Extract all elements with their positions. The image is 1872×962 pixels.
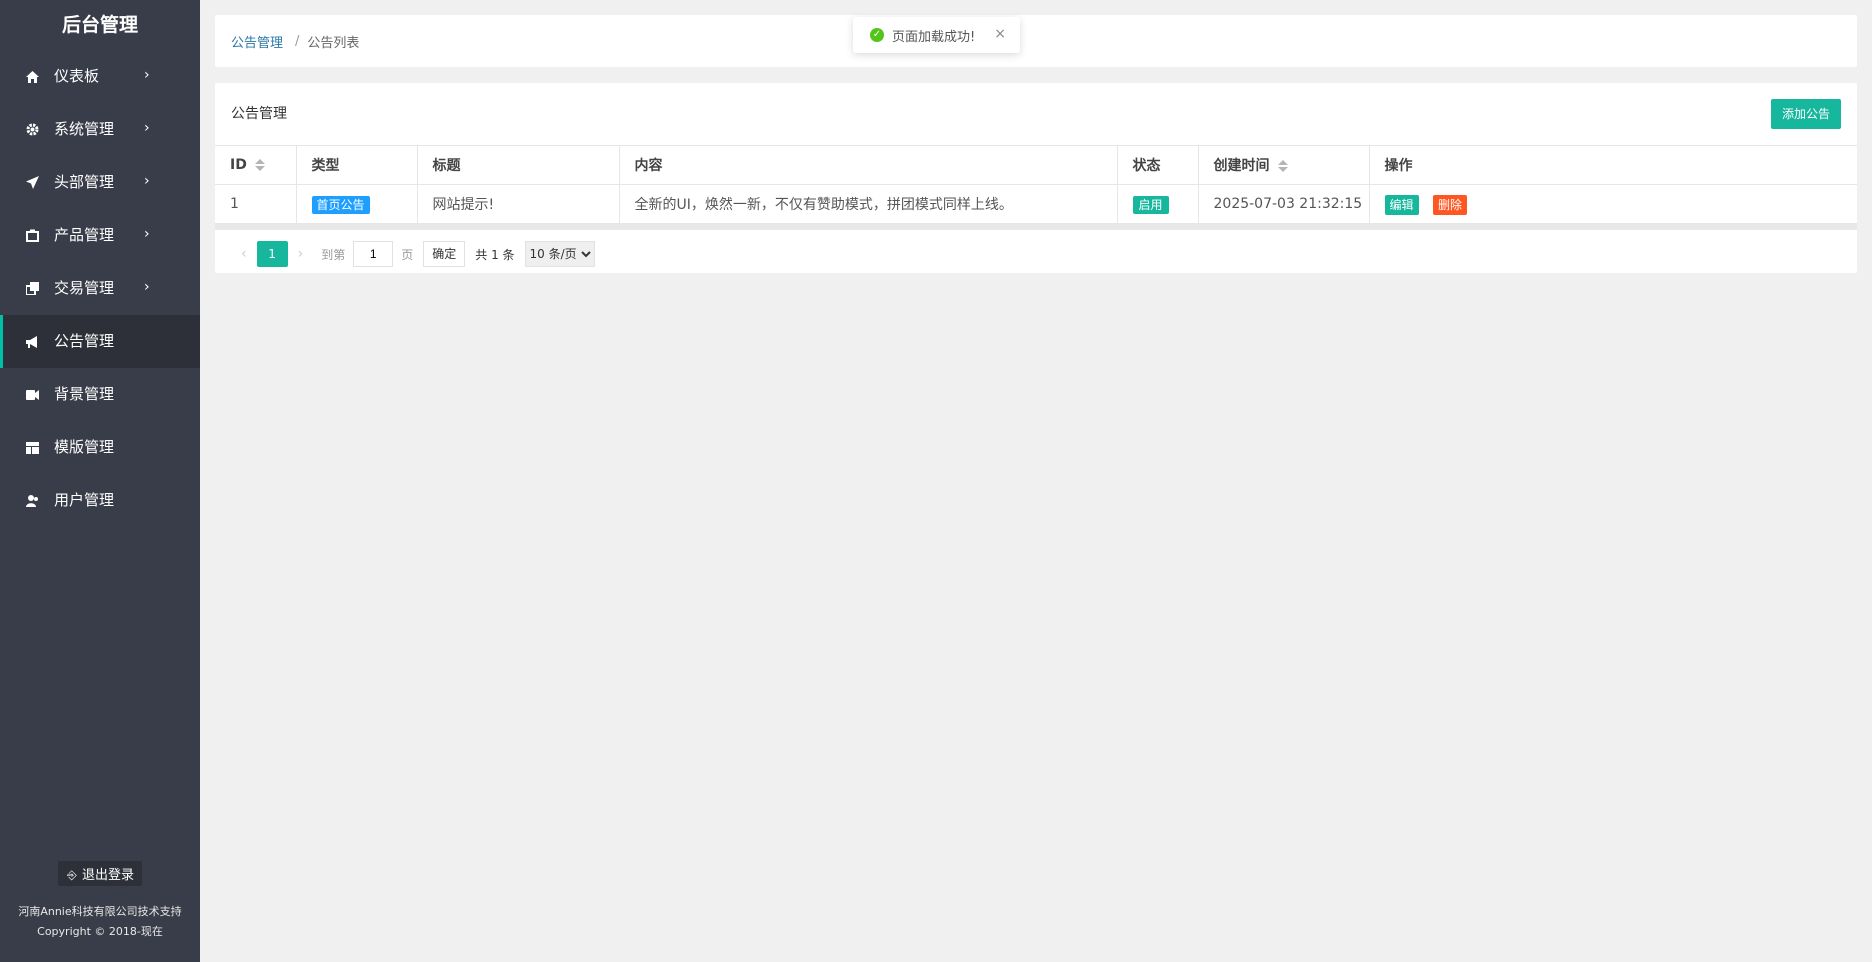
- sidebar-item-trade[interactable]: 交易管理 ›: [0, 262, 200, 315]
- cell-status: 启用: [1117, 184, 1199, 224]
- card-header: 公告管理 添加公告: [215, 83, 1857, 146]
- total-count: 共 1 条: [475, 247, 515, 262]
- edit-button[interactable]: 编辑: [1384, 194, 1419, 215]
- check-circle-icon: ✓: [870, 28, 884, 42]
- column-header-created[interactable]: 创建时间: [1198, 146, 1370, 185]
- add-announcement-button[interactable]: 添加公告: [1770, 99, 1841, 129]
- sidebar-item-template[interactable]: 模版管理: [0, 421, 200, 474]
- page-button-current[interactable]: 1: [256, 241, 288, 267]
- cell-id: 1: [215, 184, 297, 224]
- next-page-button[interactable]: ›: [298, 246, 304, 262]
- breadcrumb-parent-link[interactable]: 公告管理: [231, 32, 283, 51]
- cell-content: 全新的UI，焕然一新，不仅有赞助模式，拼团模式同样上线。: [619, 184, 1118, 224]
- sidebar-item-label: 交易管理: [54, 279, 115, 297]
- sidebar-item-product[interactable]: 产品管理 ›: [0, 209, 200, 262]
- toast-message: 页面加载成功!: [892, 29, 976, 45]
- horizontal-scrollbar[interactable]: [215, 224, 1857, 230]
- sidebar-item-system[interactable]: 系统管理 ›: [0, 103, 200, 156]
- sidebar-footer: ⎆ 退出登录 河南Annie科技有限公司技术支持 Copyright © 2018…: [0, 861, 200, 962]
- goto-page-input[interactable]: [353, 241, 394, 267]
- table-row: 1 首页公告 网站提示! 全新的UI，焕然一新，不仅有赞助模式，拼团模式同样上线…: [215, 184, 1857, 224]
- sidebar-item-dashboard[interactable]: 仪表板 ›: [0, 50, 200, 103]
- sidebar-item-background[interactable]: 背景管理: [0, 368, 200, 421]
- sidebar-item-label: 系统管理: [54, 120, 115, 138]
- cell-title: 网站提示!: [417, 184, 620, 224]
- column-header-type: 类型: [296, 146, 418, 185]
- prev-page-button[interactable]: ‹: [241, 246, 247, 262]
- column-header-id[interactable]: ID: [215, 146, 297, 185]
- logout-label: 退出登录: [81, 868, 134, 883]
- breadcrumb-separator: /: [295, 33, 300, 49]
- gear-icon: [24, 103, 40, 156]
- table-header-row: ID 类型 标题 内容 状态 创建时间 操作: [215, 146, 1857, 185]
- logout-button[interactable]: ⎆ 退出登录: [57, 861, 142, 886]
- copyright-text: Copyright © 2018-现在: [37, 925, 163, 938]
- sidebar-menu: 仪表板 › 系统管理 › 头部管理 › 产品管理 › 交易管理 › 公告管理 背…: [0, 50, 200, 527]
- announcement-table: ID 类型 标题 内容 状态 创建时间 操作 1 首页公告 网站提示! 全新的U…: [215, 146, 1857, 224]
- chevron-right-icon: ›: [144, 173, 150, 189]
- column-header-actions: 操作: [1369, 146, 1857, 185]
- sidebar-item-label: 背景管理: [54, 385, 115, 403]
- close-icon[interactable]: ×: [994, 26, 1006, 42]
- users-icon: [24, 474, 40, 527]
- chevron-right-icon: ›: [144, 226, 150, 242]
- megaphone-icon: [24, 315, 40, 368]
- chevron-right-icon: ›: [144, 120, 150, 136]
- column-header-title: 标题: [417, 146, 620, 185]
- cell-type: 首页公告: [296, 184, 418, 224]
- page-size-select[interactable]: 10 条/页: [524, 241, 595, 267]
- sidebar-item-users[interactable]: 用户管理: [0, 474, 200, 527]
- box-icon: [24, 209, 40, 262]
- sidebar-item-label: 仪表板: [54, 67, 100, 85]
- column-header-content: 内容: [619, 146, 1118, 185]
- sidebar-item-label: 公告管理: [54, 332, 115, 350]
- cell-created: 2025-07-03 21:32:15: [1198, 184, 1370, 224]
- home-icon: [24, 50, 40, 103]
- sort-icon[interactable]: [254, 158, 265, 172]
- cell-actions: 编辑 删除: [1369, 184, 1857, 224]
- pagination: ‹ 1 › 到第 页 确定 共 1 条 10 条/页: [215, 234, 1857, 274]
- logout-icon: ⎆: [67, 868, 77, 882]
- goto-label: 到第: [321, 247, 346, 262]
- announcement-card: 公告管理 添加公告 ID 类型 标题 内容 状态 创建时间 操作 1 首页公告 …: [215, 83, 1857, 273]
- column-header-status: 状态: [1117, 146, 1199, 185]
- chevron-right-icon: ›: [144, 67, 150, 83]
- sidebar-item-header[interactable]: 头部管理 ›: [0, 156, 200, 209]
- sidebar-item-label: 产品管理: [54, 226, 115, 244]
- breadcrumb: 公告管理 / 公告列表: [215, 15, 1857, 67]
- sidebar-item-announcement[interactable]: 公告管理: [0, 315, 200, 368]
- sidebar-item-label: 用户管理: [54, 491, 115, 509]
- support-text: 河南Annie科技有限公司技术支持: [18, 905, 182, 918]
- type-badge: 首页公告: [311, 195, 370, 214]
- delete-button[interactable]: 删除: [1432, 194, 1467, 215]
- sidebar-item-label: 头部管理: [54, 173, 115, 191]
- success-toast: ✓ 页面加载成功! ×: [853, 17, 1020, 53]
- layout-icon: [24, 421, 40, 474]
- video-icon: [24, 368, 40, 421]
- send-icon: [24, 156, 40, 209]
- goto-confirm-button[interactable]: 确定: [423, 241, 466, 267]
- copy-icon: [24, 262, 40, 315]
- sidebar: 后台管理 仪表板 › 系统管理 › 头部管理 › 产品管理 › 交易管理 › 公…: [0, 0, 200, 962]
- sort-icon[interactable]: [1277, 159, 1288, 173]
- chevron-right-icon: ›: [144, 279, 150, 295]
- page-suffix-label: 页: [401, 247, 414, 262]
- card-title: 公告管理: [231, 106, 287, 122]
- status-badge: 启用: [1132, 195, 1169, 214]
- brand-title: 后台管理: [0, 0, 200, 50]
- sidebar-item-label: 模版管理: [54, 438, 115, 456]
- breadcrumb-current: 公告列表: [307, 35, 360, 51]
